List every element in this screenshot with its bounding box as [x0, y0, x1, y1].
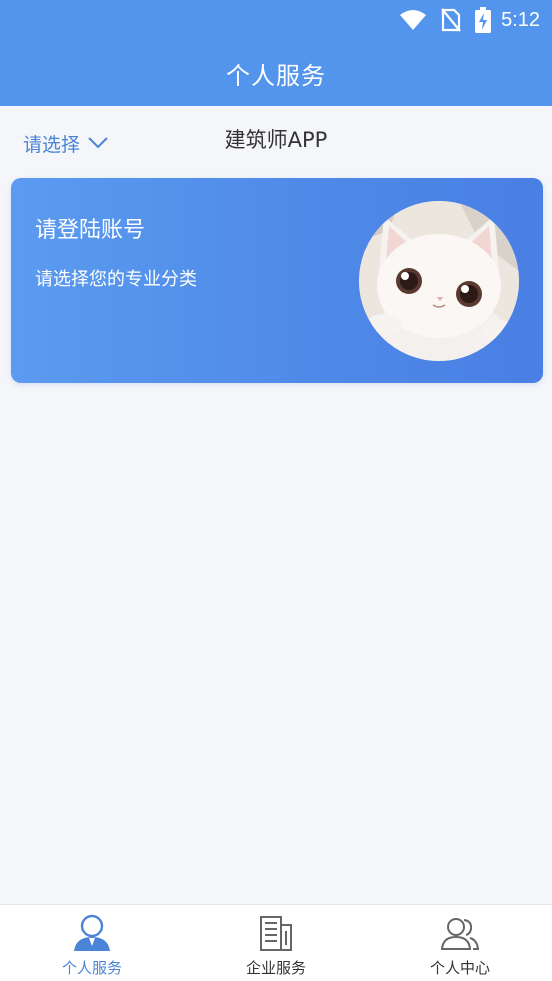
person-icon: [72, 913, 112, 953]
status-bar: 5:12: [0, 0, 552, 40]
nav-label-personal-service: 个人服务: [61, 959, 122, 977]
page-title: 个人服务: [226, 61, 326, 90]
nav-item-personal-service[interactable]: 个人服务: [0, 905, 184, 981]
header: 5:12 个人服务: [0, 0, 552, 106]
app-screen: 5:12 个人服务 请选择 建筑师APP 请登陆账号 请选择您的专业分类 个人服…: [0, 0, 552, 981]
avatar[interactable]: [359, 201, 519, 361]
login-prompt[interactable]: 请登陆账号: [35, 212, 145, 244]
category-prompt[interactable]: 请选择您的专业分类: [35, 265, 197, 291]
nav-item-enterprise-service[interactable]: 企业服务: [184, 905, 368, 981]
nav-label-personal-center: 个人中心: [429, 959, 490, 977]
battery-charging-icon: [475, 7, 492, 33]
title-bar: 个人服务: [0, 40, 552, 106]
no-sim-icon: [441, 8, 461, 32]
status-time: 5:12: [501, 8, 540, 31]
nav-label-enterprise-service: 企业服务: [245, 959, 306, 977]
nav-item-personal-center[interactable]: 个人中心: [368, 905, 552, 981]
wifi-icon: [399, 9, 427, 31]
building-icon: [256, 913, 296, 953]
sub-header: 请选择 建筑师APP: [0, 106, 552, 176]
cat-avatar-icon: [359, 201, 519, 361]
app-name: 建筑师APP: [224, 128, 328, 152]
users-icon: [440, 913, 480, 953]
login-card[interactable]: 请登陆账号 请选择您的专业分类: [11, 178, 543, 383]
bottom-nav: 个人服务 企业服务 个人中心: [0, 904, 552, 981]
